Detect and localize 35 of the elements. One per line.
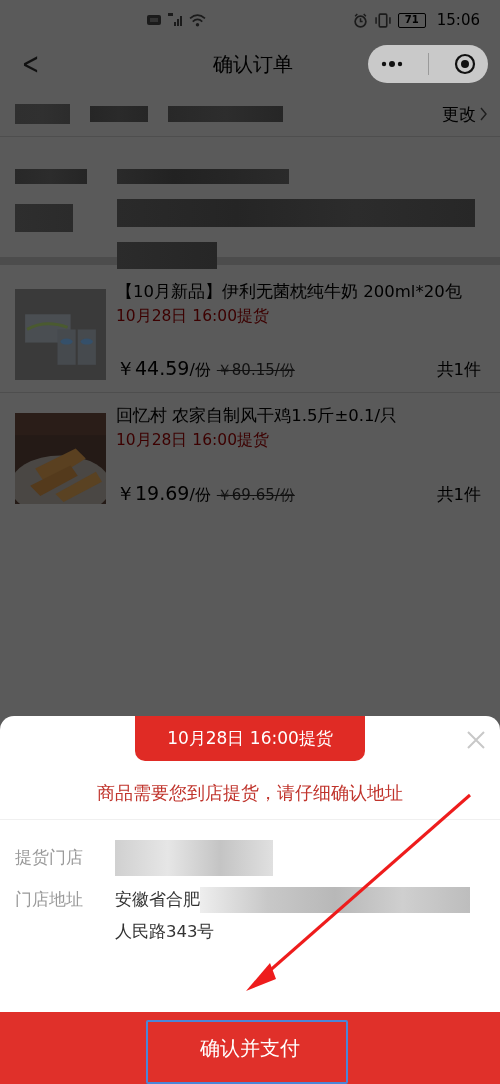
unit-text: /份 [189,360,211,381]
price-text: ￥19.69 [116,481,190,506]
alarm-icon [352,12,368,28]
clock-text: 15:06 [436,11,480,29]
wifi-icon [189,13,206,27]
redaction-block [15,169,87,184]
quantity-text: 共1件 [436,359,481,381]
redaction-block [90,106,148,122]
quantity-text: 共1件 [436,484,481,506]
address-text: 人民路343号 [115,921,215,943]
original-price-text: ￥80.15/份 [216,361,295,380]
redaction-block [15,204,73,232]
chevron-right-icon [480,107,488,121]
battery-level-text: 71 [404,15,419,25]
page-title: 确认订单 [213,50,293,78]
back-button[interactable]: < [21,49,40,79]
more-icon[interactable] [380,59,403,69]
target-icon[interactable] [453,53,476,75]
notice-text: 商品需要您到店提货，请仔细确认地址 [0,761,500,820]
redaction-block [15,104,70,124]
product-title: 【10月新品】伊利无菌枕纯牛奶 200ml*20包 [116,281,463,303]
original-price-text: ￥69.65/份 [216,486,295,505]
pickup-time-text: 10月28日 16:00提货 [116,430,271,451]
change-link[interactable]: 更改 [442,102,488,126]
signal-icon [167,13,183,27]
unit-text: /份 [189,485,211,506]
address-text: 安徽省合肥 [115,889,200,911]
field-label: 门店地址 [15,889,84,911]
hd-icon [147,13,161,27]
product-title: 回忆村 农家自制风干鸡1.5斤±0.1/只 [116,405,399,427]
pickup-time-text: 10月28日 16:00提货 [116,306,271,327]
price-text: ￥44.59 [116,356,190,381]
field-label: 提货门店 [15,847,84,869]
vibrate-icon [374,12,391,28]
pickup-banner: 10月28日 16:00提货 [135,716,365,761]
